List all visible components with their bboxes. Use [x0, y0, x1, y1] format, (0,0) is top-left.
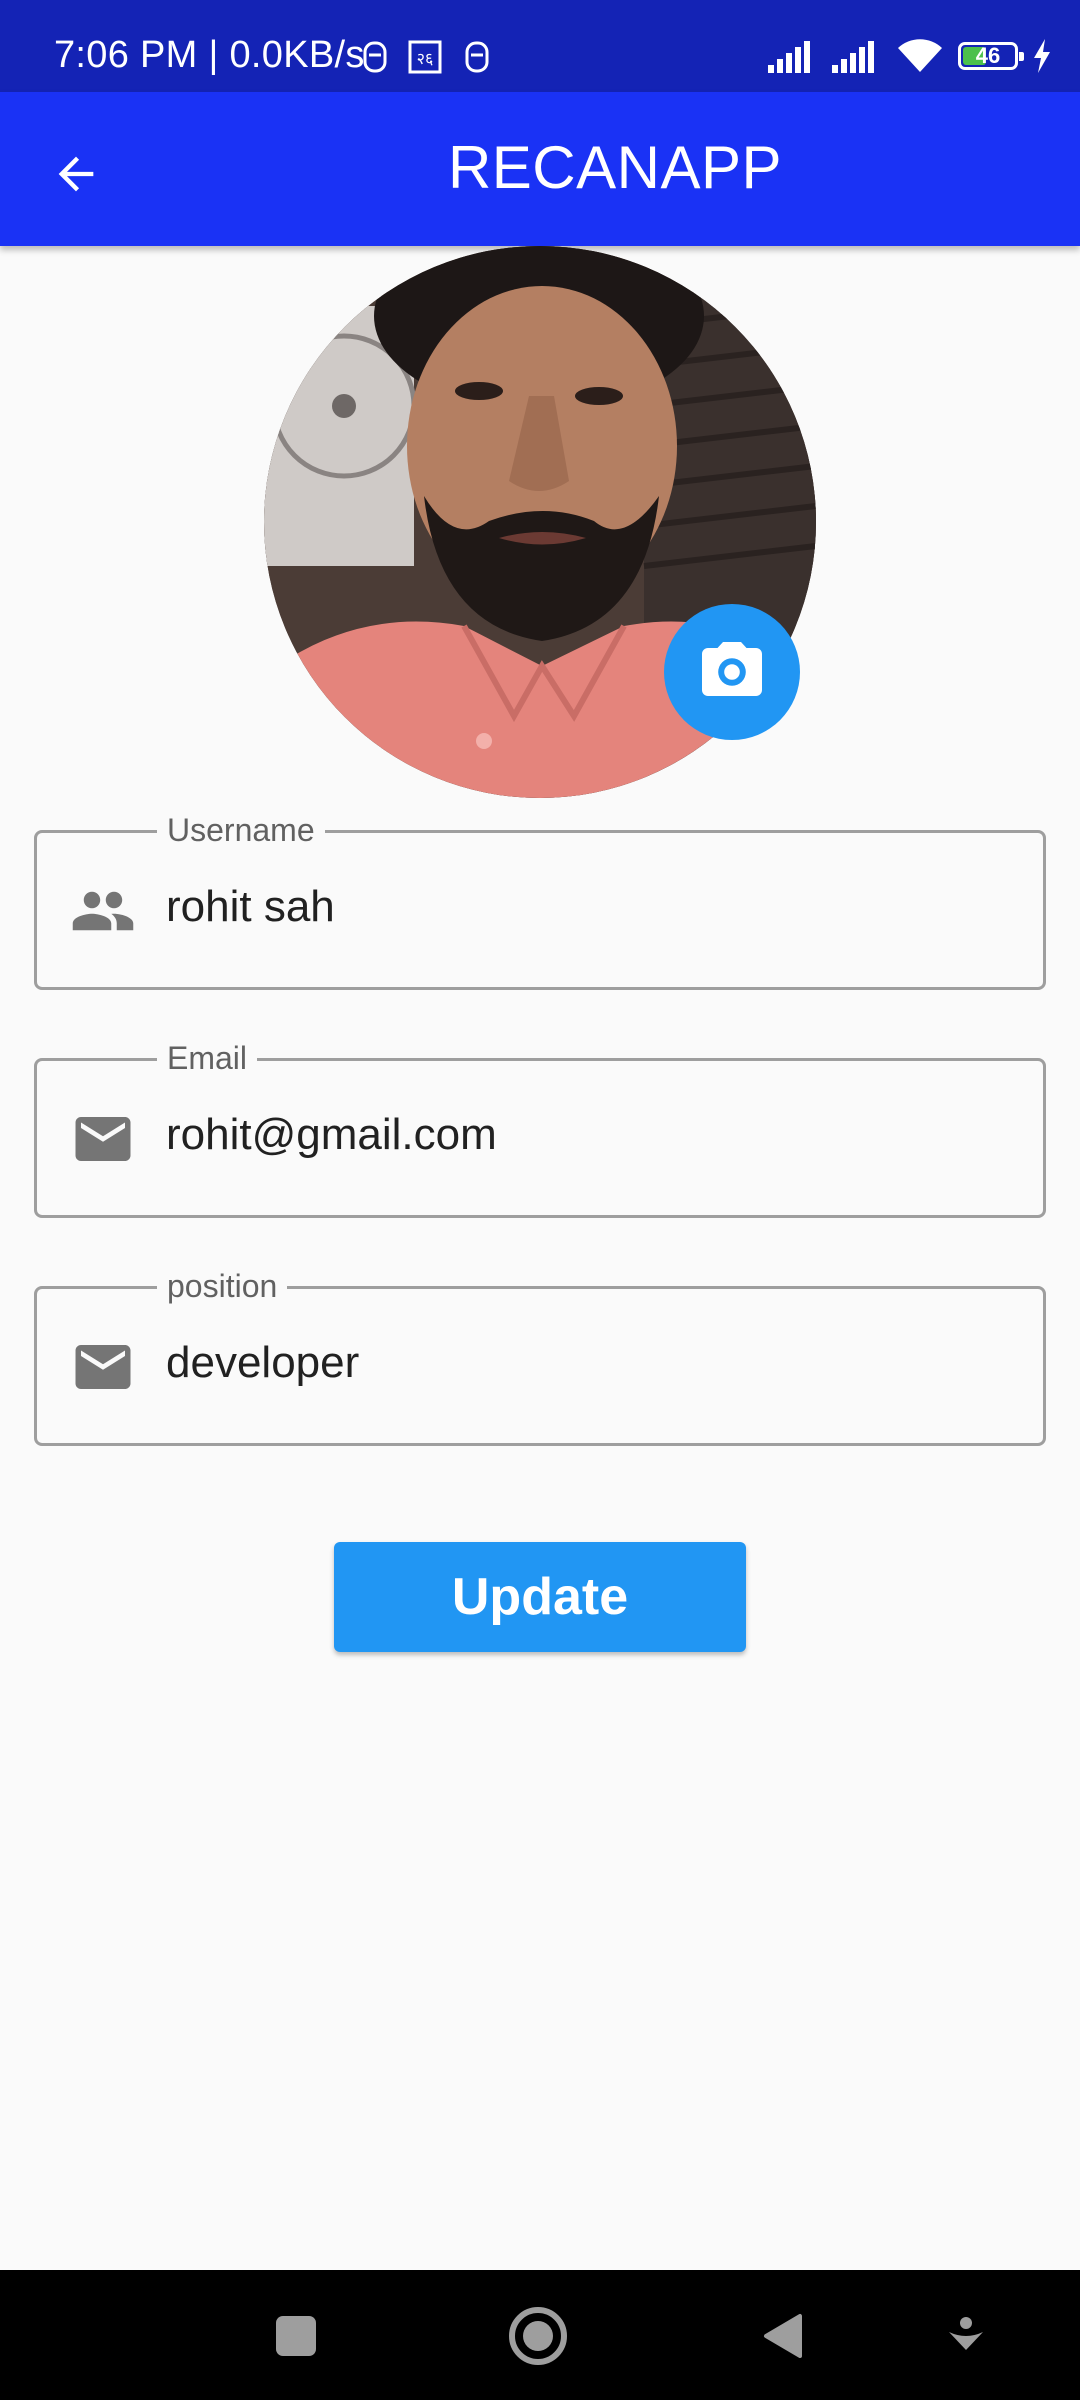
update-button[interactable]: Update — [334, 1542, 746, 1652]
battery-level: 46 — [975, 43, 1001, 68]
sim-notification-icon: २६ — [408, 40, 442, 74]
email-field[interactable]: Email rohit@gmail.com — [34, 1039, 1046, 1218]
position-label: position — [157, 1267, 288, 1305]
recents-icon — [276, 2316, 316, 2356]
app-bar: RECANAPP — [0, 92, 1080, 246]
notification-icon-2 — [465, 41, 489, 73]
change-photo-button[interactable] — [664, 604, 800, 740]
position-field[interactable]: position developer — [34, 1267, 1046, 1446]
svg-text:२६: २६ — [417, 49, 434, 68]
battery-icon: 46 — [958, 42, 1024, 70]
notification-icon — [363, 41, 387, 73]
email-label: Email — [157, 1039, 258, 1077]
app-title: RECANAPP — [447, 134, 783, 201]
status-indicators: 46 — [768, 36, 1052, 76]
wifi-icon — [898, 39, 942, 72]
home-button[interactable] — [500, 2298, 576, 2374]
navigation-bar — [0, 2270, 1080, 2400]
signal-icon — [768, 41, 810, 73]
status-bar: 7:06 PM | 0.0KB/s २६ 46 — [0, 0, 1080, 92]
username-field[interactable]: Username rohit sah — [34, 811, 1046, 990]
back-icon — [764, 2314, 802, 2358]
position-input[interactable]: developer — [166, 1335, 359, 1391]
camera-icon — [702, 642, 762, 696]
mail-icon — [67, 1111, 139, 1167]
email-input[interactable]: rohit@gmail.com — [166, 1107, 497, 1163]
status-time: 7:06 PM | 0.0KB/s — [54, 34, 365, 76]
signal-icon-2 — [832, 41, 874, 73]
charging-icon — [1034, 39, 1050, 73]
people-icon — [67, 883, 139, 939]
username-input[interactable]: rohit sah — [166, 879, 335, 935]
username-label: Username — [157, 811, 325, 849]
hide-nav-button[interactable] — [928, 2298, 1004, 2374]
hide-nav-icon — [949, 2317, 983, 2350]
recents-button[interactable] — [258, 2298, 334, 2374]
mail-icon-position — [67, 1339, 139, 1395]
home-icon — [509, 2307, 567, 2365]
back-nav-button[interactable] — [746, 2298, 822, 2374]
